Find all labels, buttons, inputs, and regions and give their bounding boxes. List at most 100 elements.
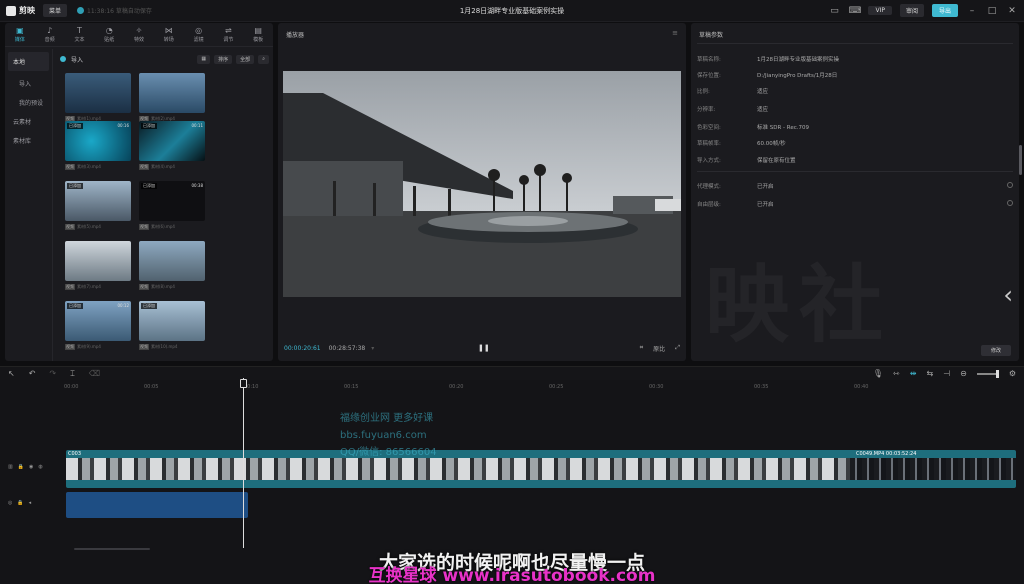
playhead-handle[interactable] (240, 379, 247, 388)
media-panel: ▣ 媒体 ♪ 音频 T 文本 ◔ 贴纸 ✧ 特效 ⋈ 转场 ◎ 滤镜 ⇌ 调节 ▤ 模板 本地 导… (5, 23, 273, 361)
ruler-tick: 00:00 (64, 384, 79, 390)
autosave-icon (77, 7, 85, 14)
review-button[interactable]: 审阅 (899, 4, 924, 17)
tab-effects[interactable]: ✧ 特效 (124, 23, 154, 46)
playhead[interactable] (243, 378, 244, 548)
collapse-chevron-icon[interactable]: ‹ (1003, 281, 1013, 309)
media-item[interactable]: 已添加 视频 素材(10).mp4 (139, 301, 205, 357)
link-icon[interactable]: ⇿ (893, 369, 900, 378)
split-icon[interactable]: ⌶ (70, 369, 75, 379)
video-clip-track[interactable]: C003 C0049.MP4 00:03:52:24 (66, 450, 1016, 488)
layout-icon[interactable]: ▭ (828, 5, 840, 17)
draft-params-panel: 剪映社 草稿参数 草稿名称:1月28日湖畔专业版基础案例实操 保存位置:D:/J… (691, 23, 1019, 361)
minimize-icon[interactable]: – (966, 5, 978, 17)
ruler-tick: 00:30 (649, 384, 664, 390)
select-cursor-icon[interactable]: ↖ (8, 369, 15, 379)
media-item[interactable]: 已添加 00:38 视频 素材(6).mp4 (139, 181, 205, 237)
align-icon[interactable]: ⊣ (943, 369, 950, 378)
media-item[interactable]: 视频 素材(7).mp4 (65, 241, 131, 297)
timeline-ruler[interactable]: 00:00 00:05 00:10 00:15 00:20 00:25 00:3… (64, 382, 1024, 394)
ruler-tick: 00:15 (344, 384, 359, 390)
track-cover-icon[interactable]: ▥ (8, 464, 13, 470)
video-track-header: ▥ 🔒 ◉ ◍ (8, 464, 43, 470)
preview-axis-icon[interactable]: ⇆ (926, 369, 933, 378)
pause-icon[interactable]: ❚❚ (478, 344, 490, 352)
search-icon[interactable]: ⌕ (258, 54, 269, 64)
timeline-toolbar: ↖ ↶ ↷ ⌶ ⌫ 🎙 ⇿ ⇹ ⇆ ⊣ ⊖ ⚙ (0, 366, 1024, 380)
sidebar-item-cloud[interactable]: 云素材 (5, 112, 52, 131)
overlay-watermark: 福缘创业网 更多好课 bbs.fuyuan6.com QQ/微信: 865666… (340, 413, 437, 458)
audio-icon: ♪ (47, 25, 53, 35)
shortcut-keyboard-icon[interactable]: ⌨ (848, 5, 861, 17)
audio-clip[interactable] (66, 492, 248, 518)
track-mute-icon[interactable]: ◍ (38, 464, 42, 470)
jianying-editor-window: 剪映 菜单 11:38:16 草稿自动保存 1月28日湖畔专业版基础案例实操 ▭… (0, 0, 1024, 584)
sidebar-item-local[interactable]: 本地 (8, 52, 49, 71)
tab-text[interactable]: T 文本 (65, 23, 95, 46)
magnet-icon[interactable]: ⇹ (910, 369, 917, 378)
ruler-tick: 00:35 (754, 384, 769, 390)
sidebar-item-import[interactable]: 导入 (5, 74, 52, 93)
media-item[interactable]: 已添加 视频 素材(5).mp4 (65, 181, 131, 237)
ratio-button[interactable]: 原比 (653, 344, 665, 353)
tab-filter[interactable]: ◎ 滤镜 (184, 23, 214, 46)
track-visibility-icon[interactable]: ◉ (29, 464, 33, 470)
sidebar-item-library[interactable]: 素材库 (5, 131, 52, 150)
layer-info-icon[interactable] (1007, 200, 1013, 206)
tab-template[interactable]: ▤ 模板 (243, 23, 273, 46)
crop-icon[interactable]: ⌗ (640, 344, 643, 353)
media-icon: ▣ (16, 25, 24, 35)
fullscreen-icon[interactable]: ⤢ (675, 344, 680, 353)
prop-row-proxy: 代理模式: 已开启 (697, 184, 774, 190)
media-item[interactable]: 已添加 00:12 视频 素材(9).mp4 (65, 301, 131, 357)
undo-icon[interactable]: ↶ (29, 369, 36, 379)
player-menu-icon[interactable]: ≡ (672, 29, 678, 37)
tab-media[interactable]: ▣ 媒体 (5, 23, 35, 46)
top-bar: 剪映 菜单 11:38:16 草稿自动保存 1月28日湖畔专业版基础案例实操 ▭… (0, 0, 1024, 22)
redo-icon[interactable]: ↷ (49, 369, 56, 379)
track-mute-icon[interactable]: ◂ (29, 500, 32, 506)
track-lock-icon[interactable]: 🔒 (17, 500, 23, 506)
tab-transition[interactable]: ⋈ 转场 (154, 23, 184, 46)
template-icon: ▤ (254, 25, 262, 35)
video-preview[interactable] (283, 71, 681, 297)
ruler-tick: 00:20 (449, 384, 464, 390)
player-title: 播放器 (286, 32, 305, 39)
track-lock-icon[interactable]: 🔒 (18, 464, 24, 470)
filter-all-button[interactable]: 全部 (236, 54, 255, 64)
tab-sticker[interactable]: ◔ 贴纸 (94, 23, 124, 46)
close-icon[interactable]: ✕ (1006, 5, 1018, 17)
divider (697, 171, 1013, 172)
vip-button[interactable]: VIP (868, 6, 892, 15)
zoom-slider[interactable] (976, 369, 999, 378)
proxy-info-icon[interactable] (1007, 182, 1013, 188)
tab-adjust[interactable]: ⇌ 调节 (213, 23, 243, 46)
media-item[interactable]: 视频 素材(8).mp4 (139, 241, 205, 297)
modify-button[interactable]: 修改 (980, 345, 1011, 356)
sidebar-item-presets[interactable]: 我的预设 (5, 93, 52, 112)
effects-icon: ✧ (135, 25, 143, 35)
media-item[interactable]: 已添加 00:11 视频 素材(4).mp4 (139, 121, 205, 177)
media-item[interactable]: 已添加 00:16 视频 素材(3).mp4 (65, 121, 131, 177)
prop-row-resolution: 分辨率: 适应 (697, 107, 769, 113)
player-controls: 00:00:20:61 00:28:57:38 ▾ ❚❚ ⌗ 原比 ⤢ (278, 341, 686, 355)
import-button[interactable]: 导入 (71, 55, 83, 64)
maximize-icon[interactable]: □ (986, 5, 998, 17)
ruler-tick: 00:05 (144, 384, 159, 390)
timecode-unit-icon[interactable]: ▾ (371, 345, 374, 352)
text-icon: T (77, 25, 82, 35)
app-logo-icon (6, 5, 16, 16)
microphone-icon[interactable]: 🎙 (873, 369, 883, 378)
delete-icon[interactable]: ⌫ (89, 369, 100, 379)
panel-scrollbar[interactable] (1019, 145, 1022, 175)
clip-label: C003 (68, 451, 82, 457)
tab-audio[interactable]: ♪ 音频 (35, 23, 65, 46)
main-menu-button[interactable]: 菜单 (43, 4, 68, 17)
video-frame-image (283, 71, 681, 297)
export-button[interactable]: 导出 (931, 4, 958, 17)
settings-icon[interactable]: ⚙ (1009, 369, 1016, 378)
zoom-out-icon[interactable]: ⊖ (960, 369, 967, 378)
sort-button[interactable]: 排序 (214, 54, 233, 64)
track-settings-icon[interactable]: ◎ (8, 500, 12, 506)
view-toggle-button[interactable]: ▦ (197, 54, 211, 64)
